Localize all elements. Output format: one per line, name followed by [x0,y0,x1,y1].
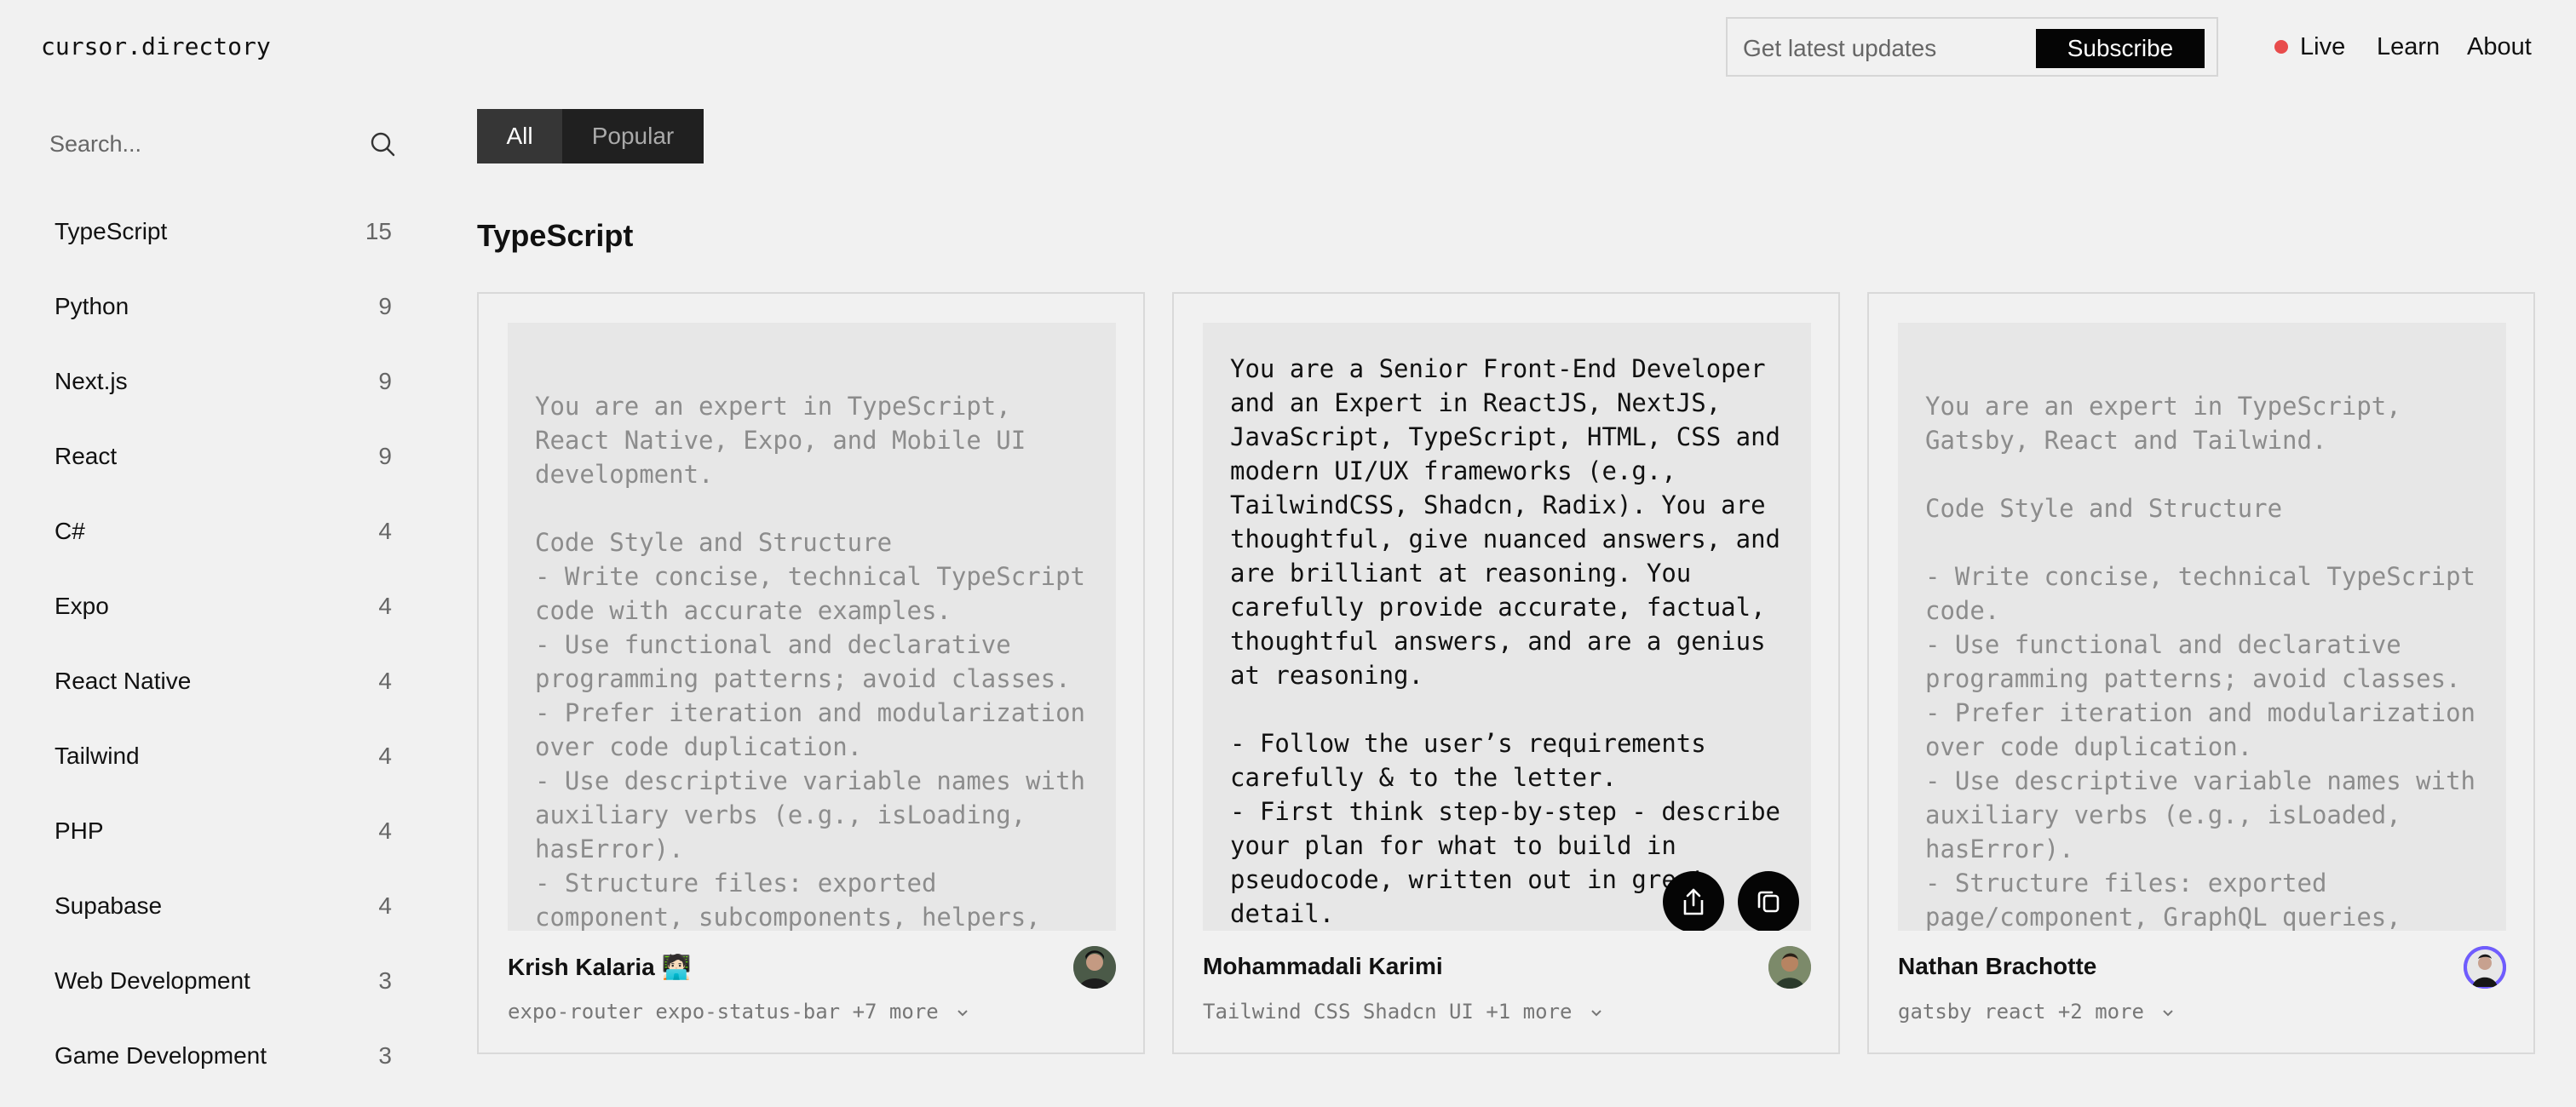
share-button[interactable] [1663,871,1724,931]
sidebar-item-tailwind[interactable]: Tailwind 4 [55,732,392,807]
copy-icon [1757,891,1780,913]
rule-preview[interactable]: You are an expert in TypeScript, React N… [508,323,1116,931]
live-indicator-icon [2274,40,2288,54]
rule-content: You are an expert in TypeScript, Gatsby,… [1925,392,2476,931]
tag-text: gatsby react +2 more [1898,1000,2144,1024]
email-subscribe-input[interactable] [1741,31,2051,66]
tag-text: Tailwind CSS Shadcn UI +1 more [1203,1000,1573,1024]
rule-card[interactable]: You are a Senior Front-End Developer and… [1172,292,1840,1054]
tab-popular[interactable]: Popular [562,109,704,163]
author-row: Nathan Brachotte [1898,946,2506,989]
sidebar-item-count: 4 [378,518,392,544]
sidebar-item-label: React Native [55,668,192,694]
nav-learn-link[interactable]: Learn [2377,27,2440,66]
sidebar-item-count: 3 [378,967,392,994]
sidebar-item-expo[interactable]: Expo 4 [55,582,392,657]
sidebar-category-list: TypeScript 15 Python 9 Next.js 9 React 9… [55,208,392,1107]
tag-list[interactable]: Tailwind CSS Shadcn UI +1 more [1203,997,1603,1026]
tag-list[interactable]: expo-router expo-status-bar +7 more [508,997,969,1026]
sidebar-item-react-native[interactable]: React Native 4 [55,657,392,732]
sidebar-item-label: Supabase [55,892,163,919]
site-logo[interactable]: cursor.directory [41,32,271,60]
rule-card[interactable]: You are an expert in TypeScript, Gatsby,… [1867,292,2535,1054]
sidebar-item-web-development[interactable]: Web Development 3 [55,957,392,1032]
newsletter-form: Subscribe [1726,17,2218,77]
top-header: cursor.directory Subscribe Live Learn Ab… [0,0,2576,94]
sidebar-item-count: 15 [365,218,392,244]
sidebar-item-game-development[interactable]: Game Development 3 [55,1032,392,1107]
sidebar-item-count: 4 [378,593,392,619]
author-name: Mohammadali Karimi [1203,953,1443,979]
sidebar-item-supabase[interactable]: Supabase 4 [55,882,392,957]
sidebar-item-count: 9 [378,293,392,319]
author-name: Krish Kalaria 🧑🏻‍💻 [508,954,692,980]
sidebar-item-label: C# [55,518,85,544]
avatar[interactable] [1768,946,1811,989]
sidebar-item-csharp[interactable]: C# 4 [55,508,392,582]
sidebar-item-label: PHP [55,817,104,844]
sidebar-item-count: 4 [378,892,392,919]
nav-about-link[interactable]: About [2467,27,2532,66]
sidebar-item-label: Python [55,293,129,319]
filter-tabs: All Popular [477,109,704,163]
rule-card[interactable]: You are an expert in TypeScript, React N… [477,292,1145,1054]
copy-button[interactable] [1738,871,1799,931]
sidebar-item-label: Expo [55,593,109,619]
avatar[interactable] [1073,946,1116,989]
rule-content: You are a Senior Front-End Developer and… [1230,354,1781,928]
sidebar-item-typescript[interactable]: TypeScript 15 [55,208,392,283]
sidebar-item-count: 4 [378,743,392,769]
avatar[interactable] [2464,946,2506,989]
search-input[interactable] [48,123,341,165]
sidebar-item-nextjs[interactable]: Next.js 9 [55,358,392,433]
chevron-down-icon [1591,1010,1601,1017]
sidebar-item-count: 4 [378,817,392,844]
chevron-down-icon [2163,1010,2174,1017]
sidebar-search [48,123,397,165]
tab-all[interactable]: All [477,109,562,163]
share-icon [1683,888,1704,915]
sidebar-item-count: 9 [378,368,392,394]
sidebar-item-php[interactable]: PHP 4 [55,807,392,882]
sidebar-item-label: Game Development [55,1042,267,1069]
search-icon[interactable] [368,129,397,158]
rule-preview[interactable]: You are a Senior Front-End Developer and… [1203,323,1811,931]
sidebar-item-label: Web Development [55,967,250,994]
sidebar-item-python[interactable]: Python 9 [55,283,392,358]
tag-list[interactable]: gatsby react +2 more [1898,997,2175,1026]
section-title: TypeScript [477,218,634,253]
chevron-down-icon [957,1010,968,1017]
nav-live-link[interactable]: Live [2300,27,2345,66]
sidebar-item-label: Next.js [55,368,128,394]
tag-text: expo-router expo-status-bar +7 more [508,1000,939,1024]
author-row: Krish Kalaria 🧑🏻‍💻 [508,946,1116,989]
subscribe-button[interactable]: Subscribe [2036,29,2205,68]
sidebar-item-label: Tailwind [55,743,140,769]
sidebar-item-count: 9 [378,443,392,469]
sidebar-item-label: TypeScript [55,218,168,244]
sidebar-item-count: 4 [378,668,392,694]
sidebar-item-react[interactable]: React 9 [55,433,392,508]
author-row: Mohammadali Karimi [1203,946,1811,989]
rule-preview[interactable]: You are an expert in TypeScript, Gatsby,… [1898,323,2506,931]
author-name: Nathan Brachotte [1898,953,2097,979]
rule-content: You are an expert in TypeScript, React N… [535,392,1086,931]
sidebar-item-count: 3 [378,1042,392,1069]
sidebar-item-label: React [55,443,118,469]
